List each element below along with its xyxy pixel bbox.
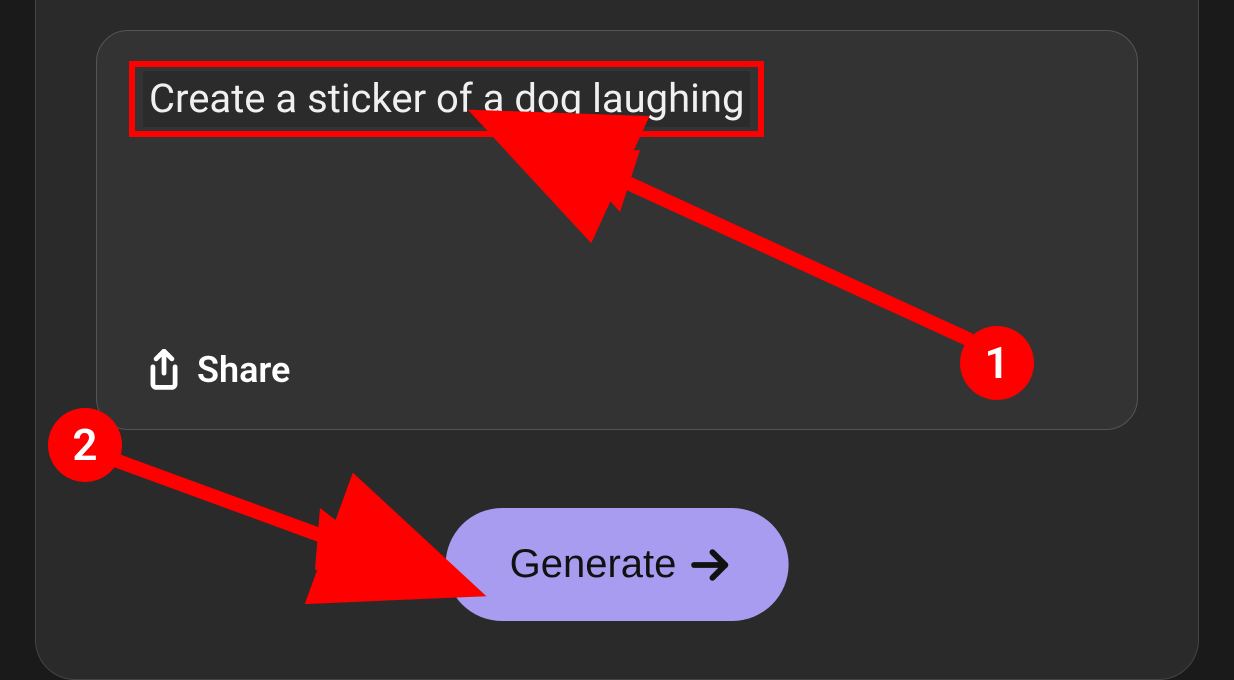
share-label: Share — [197, 349, 290, 391]
prompt-highlight-box: Create a sticker of a dog laughing — [129, 61, 764, 137]
prompt-input[interactable]: Create a sticker of a dog laughing — [143, 71, 750, 127]
generate-label: Generate — [510, 542, 677, 587]
share-button[interactable]: Share — [145, 349, 290, 391]
share-icon — [145, 349, 183, 391]
generate-button[interactable]: Generate — [446, 508, 789, 621]
prompt-card: Create a sticker of a dog laughing Share — [96, 30, 1138, 430]
app-container: Create a sticker of a dog laughing Share… — [35, 0, 1199, 680]
arrow-right-icon — [688, 543, 732, 587]
